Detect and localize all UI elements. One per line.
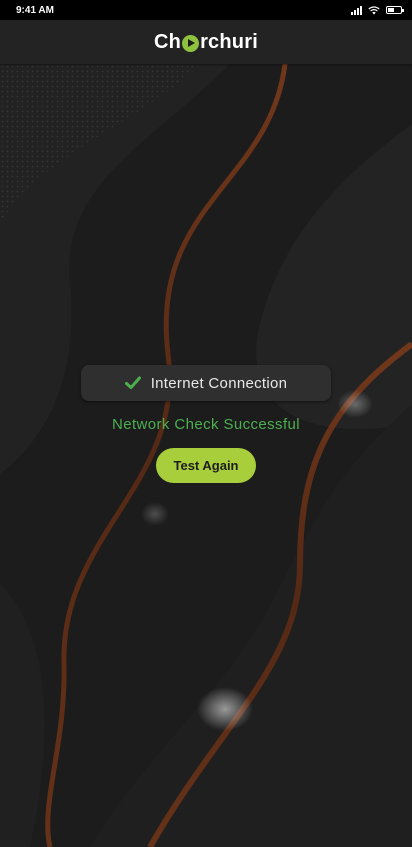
internet-connection-card: Internet Connection bbox=[81, 365, 331, 401]
connection-label: Internet Connection bbox=[150, 374, 288, 392]
test-again-button[interactable]: Test Again bbox=[156, 448, 256, 483]
wifi-icon bbox=[368, 5, 380, 14]
battery-fill bbox=[388, 8, 394, 12]
battery-icon bbox=[386, 6, 404, 14]
play-circle-icon bbox=[182, 34, 200, 52]
app-bar: Ch rchuri bbox=[0, 20, 412, 64]
status-icons bbox=[351, 5, 404, 15]
checkmark-icon bbox=[124, 376, 141, 389]
status-time: 9:41 AM bbox=[16, 4, 54, 16]
network-status-text: Network Check Successful bbox=[112, 416, 300, 433]
network-check-panel: Internet Connection Network Check Succes… bbox=[0, 0, 412, 847]
status-bar: 9:41 AM bbox=[0, 0, 412, 20]
app-logo: Ch rchuri bbox=[154, 31, 258, 54]
signal-bars-icon bbox=[351, 5, 362, 15]
logo-text-start: Ch bbox=[154, 30, 182, 53]
logo-text-end: rchuri bbox=[200, 30, 258, 53]
